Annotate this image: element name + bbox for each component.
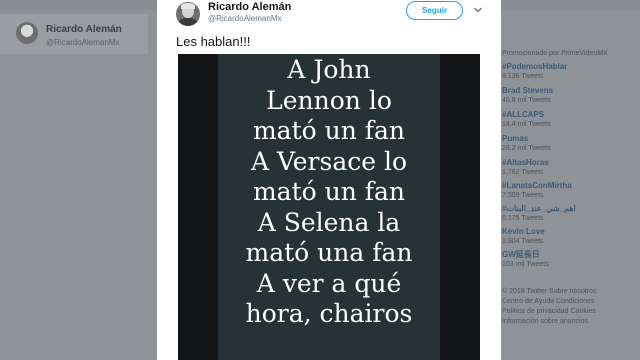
image-text-line: hora, chairos — [245, 299, 413, 328]
trend-title: GW延長日 — [502, 250, 540, 259]
trend-item[interactable]: Pumas 28,2 mil Tweets — [502, 134, 551, 153]
background-profile-avatar — [16, 22, 38, 44]
chevron-down-icon[interactable] — [473, 5, 483, 15]
tweet-modal: Ricardo Alemán @RicardoAlemanMx Seguir L… — [157, 0, 501, 360]
trend-title: #اهم_شي_عند_البنات — [502, 204, 576, 213]
trend-title: Brad Stevens — [502, 86, 554, 95]
image-text-line: A ver a qué — [256, 268, 402, 298]
trend-title: #AltasHoras — [502, 158, 549, 167]
image-text-line: A Versace lo — [250, 146, 408, 176]
trend-count: 7.509 Tweets — [502, 192, 544, 199]
image-text-line: mató un fan — [252, 116, 406, 145]
trend-item[interactable]: Brad Stevens 40,8 mil Tweets — [502, 86, 553, 105]
trend-count: 28,2 mil Tweets — [502, 145, 551, 152]
trend-count: 103 mil Tweets — [502, 261, 549, 268]
footer-link-row[interactable]: Centro de Ayuda Condiciones — [502, 298, 595, 305]
author-handle[interactable]: @RicardoAlemanMx — [208, 14, 281, 23]
trend-count: 14,4 mil Tweets — [502, 121, 551, 128]
trend-count: 8.136 Tweets — [502, 73, 544, 80]
trend-title: #ALLCAPS — [502, 110, 545, 119]
footer-link-row[interactable]: Información sobre anuncios — [502, 318, 588, 325]
trend-promo-label: Promocionado por PrimeVideoMX — [502, 50, 608, 57]
trend-item[interactable]: #اهم_شي_عند_البنات 6.175 Tweets — [502, 204, 576, 223]
trend-item[interactable]: GW延長日 103 mil Tweets — [502, 250, 549, 269]
trend-count: 40,8 mil Tweets — [502, 97, 551, 104]
avatar-suit-shape — [178, 18, 198, 26]
trend-item[interactable]: #ALLCAPS 14,4 mil Tweets — [502, 110, 551, 129]
trend-item[interactable]: #PodemosHablar 8.136 Tweets — [502, 62, 567, 81]
image-text-line: mató un fan — [252, 177, 406, 206]
image-text-line: Lennon lo — [266, 85, 392, 115]
image-text-line: mató una fan — [245, 238, 413, 267]
trend-count: 1.762 Tweets — [502, 169, 544, 176]
tweet-text: Les hablan!!! — [176, 34, 251, 49]
author-avatar[interactable] — [176, 2, 200, 26]
follow-button[interactable]: Seguir — [406, 1, 463, 20]
author-name[interactable]: Ricardo Alemán — [208, 1, 291, 13]
image-text-line: A John — [287, 55, 371, 84]
trend-count: 6.175 Tweets — [502, 215, 544, 222]
trend-title: #PodemosHablar — [502, 62, 568, 71]
background-profile-handle: @RicardoAlemanMx — [46, 38, 120, 47]
tweet-image[interactable]: A John Lennon lo mató un fan A Versace l… — [178, 54, 480, 360]
trend-title: Kevin Love — [502, 227, 545, 236]
image-text-line: A Selena la — [257, 207, 401, 237]
tweet-image-panel: A John Lennon lo mató un fan A Versace l… — [218, 54, 440, 360]
trend-title: Pumas — [502, 134, 529, 143]
footer-link-row[interactable]: Política de privacidad Cookies — [502, 308, 596, 315]
trend-item[interactable]: Kevin Love 3.904 Tweets — [502, 227, 545, 246]
trend-count: 3.904 Tweets — [502, 238, 544, 245]
trend-item[interactable]: #AltasHoras 1.762 Tweets — [502, 158, 549, 177]
footer-link-row[interactable]: © 2018 Twitter Sobre nosotros — [502, 288, 597, 295]
trend-title: #LanataConMirtha — [502, 181, 572, 190]
tweet-image-text: A John Lennon lo mató un fan A Versace l… — [218, 54, 440, 330]
background-profile-name: Ricardo Alemán — [46, 24, 122, 35]
trend-item[interactable]: #LanataConMirtha 7.509 Tweets — [502, 181, 572, 200]
avatar-hair-shape — [181, 3, 195, 9]
